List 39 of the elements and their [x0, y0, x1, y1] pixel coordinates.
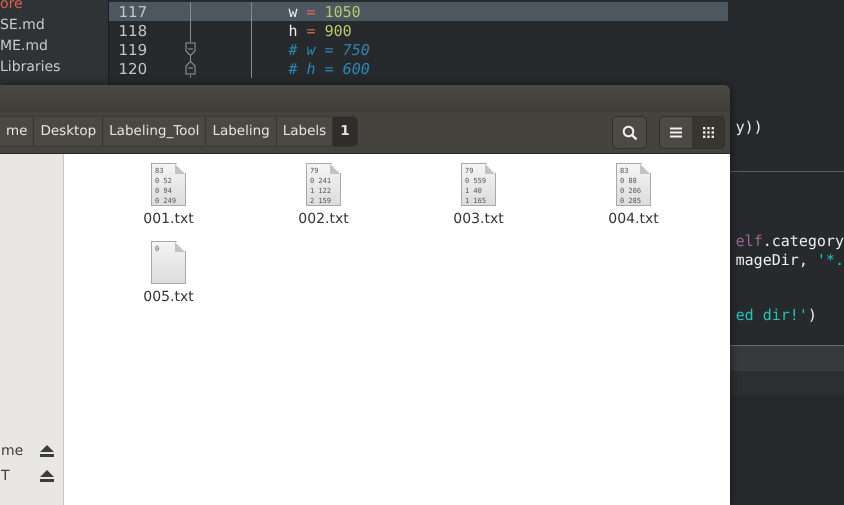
code-line: y)) [734, 118, 764, 137]
list-view-button[interactable] [660, 117, 692, 148]
line-number: 118 [118, 22, 148, 40]
file-name[interactable]: 002.txt [298, 211, 349, 227]
code-line: mageDir, '*. [734, 251, 844, 270]
breadcrumb-button[interactable]: Labels [276, 116, 334, 146]
breadcrumb-button[interactable]: Labeling [206, 116, 277, 146]
file-name[interactable]: 003.txt [453, 211, 504, 227]
sidebar-item[interactable]: ME.md [0, 36, 108, 56]
eject-icon[interactable] [40, 444, 54, 456]
code-line: # h = 600 [288, 60, 370, 78]
code-line: elf.category [734, 232, 844, 251]
breadcrumb-button[interactable]: 1 [333, 116, 358, 146]
fold-icon[interactable] [184, 61, 196, 75]
fold-icon[interactable] [184, 42, 196, 56]
sidebar-item[interactable]: ore [0, 0, 108, 14]
sidebar-item[interactable]: T [1, 468, 10, 484]
line-number: 120 [118, 60, 148, 78]
code-line: ed dir!') [734, 306, 818, 325]
code-line: # w = 750 [288, 40, 370, 58]
search-button[interactable] [612, 116, 647, 149]
grid-icon [702, 127, 714, 138]
sidebar-item[interactable]: me [1, 442, 24, 458]
sidebar-item[interactable]: SE.md [0, 15, 108, 35]
line-number: 117 [118, 2, 148, 20]
breadcrumb-button[interactable]: Labeling_Tool [103, 116, 206, 146]
breadcrumb-button[interactable]: Desktop [34, 116, 104, 146]
list-icon [670, 127, 682, 138]
line-number: 119 [118, 40, 148, 58]
file-name[interactable]: 004.txt [608, 211, 659, 227]
eject-icon[interactable] [40, 470, 54, 482]
grid-view-button[interactable] [692, 117, 724, 148]
file-name[interactable]: 001.txt [143, 211, 194, 227]
code-line: w = 1050 [288, 2, 361, 20]
file-name[interactable]: 005.txt [143, 289, 194, 305]
sidebar-item[interactable]: Libraries [0, 57, 108, 77]
breadcrumb-button[interactable]: me [0, 116, 34, 146]
code-line: h = 900 [288, 22, 352, 40]
search-icon [622, 124, 638, 140]
